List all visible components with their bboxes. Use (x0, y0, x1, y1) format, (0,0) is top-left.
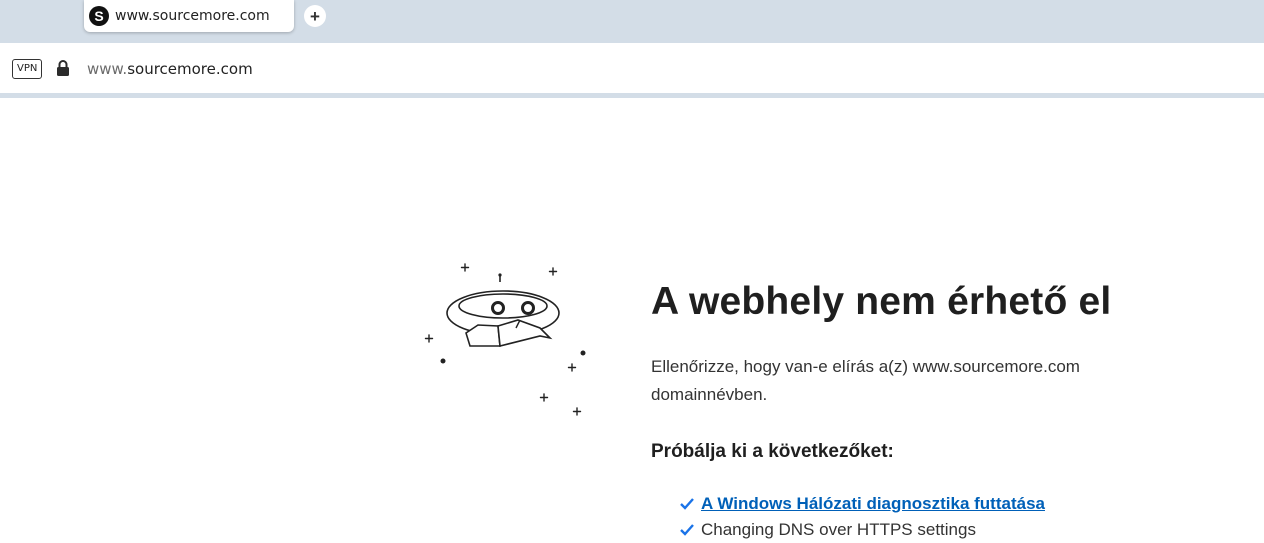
network-diagnostics-link[interactable]: A Windows Hálózati diagnosztika futtatás… (701, 494, 1045, 514)
suggestions-title: Próbálja ki a következőket: (651, 441, 894, 462)
url-prefix: www. (87, 60, 128, 78)
new-tab-button[interactable]: + (304, 5, 326, 27)
error-heading: A webhely nem érhető el (651, 280, 1112, 323)
list-item: A Windows Hálózati diagnosztika futtatás… (679, 491, 1211, 517)
tab-strip: S www.sourcemore.com + (0, 0, 1264, 43)
checkmark-icon (680, 498, 694, 510)
address-bar: VPN www.sourcemore.com (0, 43, 1264, 93)
site-favicon-icon: S (89, 6, 109, 26)
vpn-badge[interactable]: VPN (12, 59, 43, 79)
url-domain: sourcemore.com (127, 60, 253, 78)
suggestion-list: A Windows Hálózati diagnosztika futtatás… (679, 491, 1211, 543)
checkmark-icon (680, 524, 694, 536)
dns-over-https-item: Changing DNS over HTTPS settings (701, 520, 976, 539)
error-description: Ellenőrizze, hogy van-e elírás a(z) www.… (651, 357, 1080, 404)
url-field[interactable]: www.sourcemore.com (87, 60, 253, 78)
active-tab[interactable]: S www.sourcemore.com (84, 0, 294, 32)
list-item: Changing DNS over HTTPS settings (679, 517, 1211, 543)
lock-icon[interactable] (56, 59, 70, 77)
toolbar-divider (0, 93, 1264, 98)
tab-title: www.sourcemore.com (115, 8, 270, 24)
error-content: A webhely nem érhető el Ellenőrizze, hog… (651, 280, 1211, 543)
ufo-illustration-icon (424, 263, 586, 416)
plus-icon: + (310, 6, 320, 26)
